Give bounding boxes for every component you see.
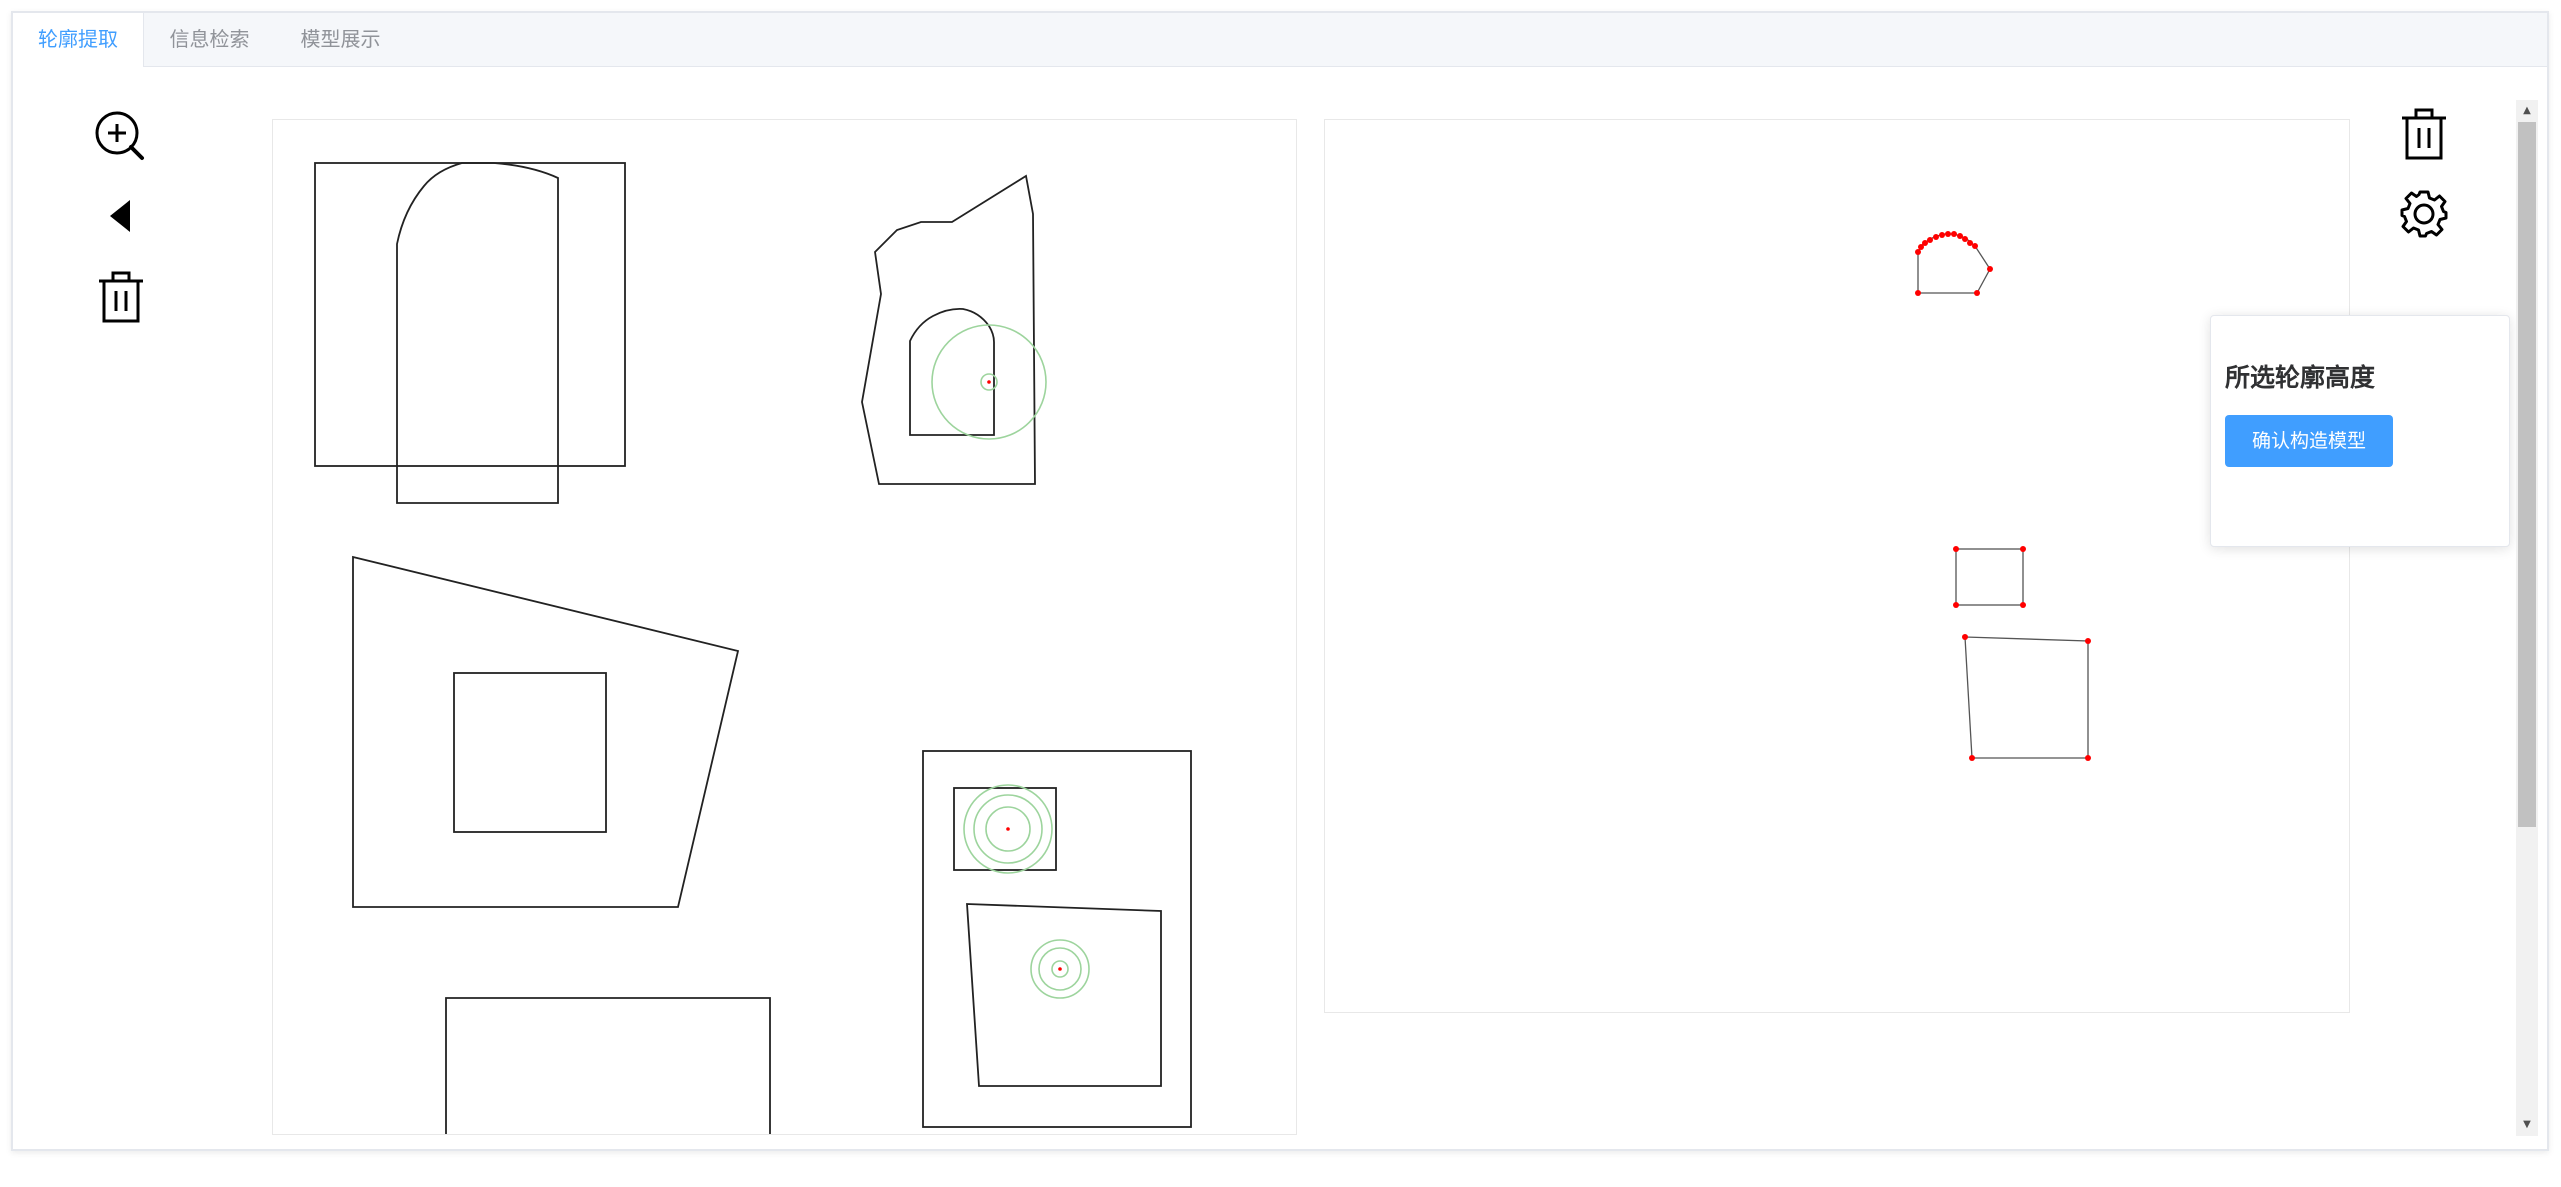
vertical-scrollbar[interactable]: ▲ ▼ (2516, 100, 2538, 1136)
tab-contour-extraction[interactable]: 轮廓提取 (13, 13, 144, 67)
vertex-point (2020, 546, 2026, 552)
arch-shape-2 (909, 307, 995, 436)
selection-center-dot (1058, 967, 1062, 971)
vertex-point (1933, 234, 1939, 240)
scroll-down-arrow-icon[interactable]: ▼ (2516, 1114, 2538, 1136)
vertex-point (1967, 240, 1973, 246)
vertex-point (1969, 755, 1975, 761)
tall-rect-5 (922, 750, 1192, 1128)
vertex-point (2020, 602, 2026, 608)
result-drawing[interactable] (1325, 120, 2350, 1013)
vertex-point (1915, 290, 1921, 296)
vertex-point (1939, 232, 1945, 238)
contour-source-canvas[interactable] (272, 119, 1297, 1135)
vertex-point (1945, 231, 1951, 237)
bottom-rect-4 (445, 997, 771, 1134)
vertex-point (2085, 755, 2091, 761)
inner-square-3 (453, 672, 607, 833)
vertex-point (1922, 240, 1928, 246)
vertex-point (1953, 546, 1959, 552)
extracted-contour-3 (1964, 636, 2089, 759)
irregular-polygon-2 (861, 174, 1036, 485)
inner-quad-5 (966, 903, 1162, 1087)
vertex-point (1972, 243, 1978, 249)
scroll-up-arrow-icon[interactable]: ▲ (2516, 100, 2538, 122)
trash-icon[interactable] (95, 269, 147, 325)
back-triangle-icon[interactable] (102, 196, 142, 236)
vertex-point (1962, 236, 1968, 242)
app-window: 轮廓提取 信息检索 模型展示 所选轮廓高度 确认构造模型 ▲ ▼ (11, 11, 2549, 1151)
quad-shape-3 (352, 555, 740, 908)
tab-model-display[interactable]: 模型展示 (275, 13, 406, 66)
selection-center-dot (987, 380, 991, 384)
trash-icon[interactable] (2398, 106, 2450, 162)
arch-shape-1 (396, 162, 559, 504)
vertex-point (1987, 266, 1993, 272)
outline-rect-1 (314, 162, 626, 467)
gear-icon[interactable] (2398, 188, 2450, 240)
vertex-point (1962, 634, 1968, 640)
tab-info-search[interactable]: 信息检索 (144, 13, 275, 66)
vertex-point (1974, 290, 1980, 296)
scrollbar-thumb[interactable] (2518, 122, 2536, 827)
selection-center-dot (1006, 827, 1010, 831)
vertex-point (1957, 233, 1963, 239)
vertex-point (1953, 602, 1959, 608)
tab-bar: 轮廓提取 信息检索 模型展示 (13, 13, 2547, 67)
popover-title: 所选轮廓高度 (2225, 363, 2376, 392)
zoom-in-icon[interactable] (92, 108, 148, 164)
extracted-contour-1 (1917, 233, 1991, 294)
extracted-contour-2 (1955, 548, 2024, 606)
vertex-point (1915, 249, 1921, 255)
contour-result-canvas[interactable] (1324, 119, 2350, 1013)
vertex-point (1927, 237, 1933, 243)
contour-height-popover: 所选轮廓高度 确认构造模型 (2210, 315, 2510, 547)
confirm-build-model-button[interactable]: 确认构造模型 (2225, 415, 2393, 467)
vertex-point (1951, 231, 1957, 237)
source-drawing[interactable] (273, 120, 1297, 1135)
vertex-point (2085, 638, 2091, 644)
